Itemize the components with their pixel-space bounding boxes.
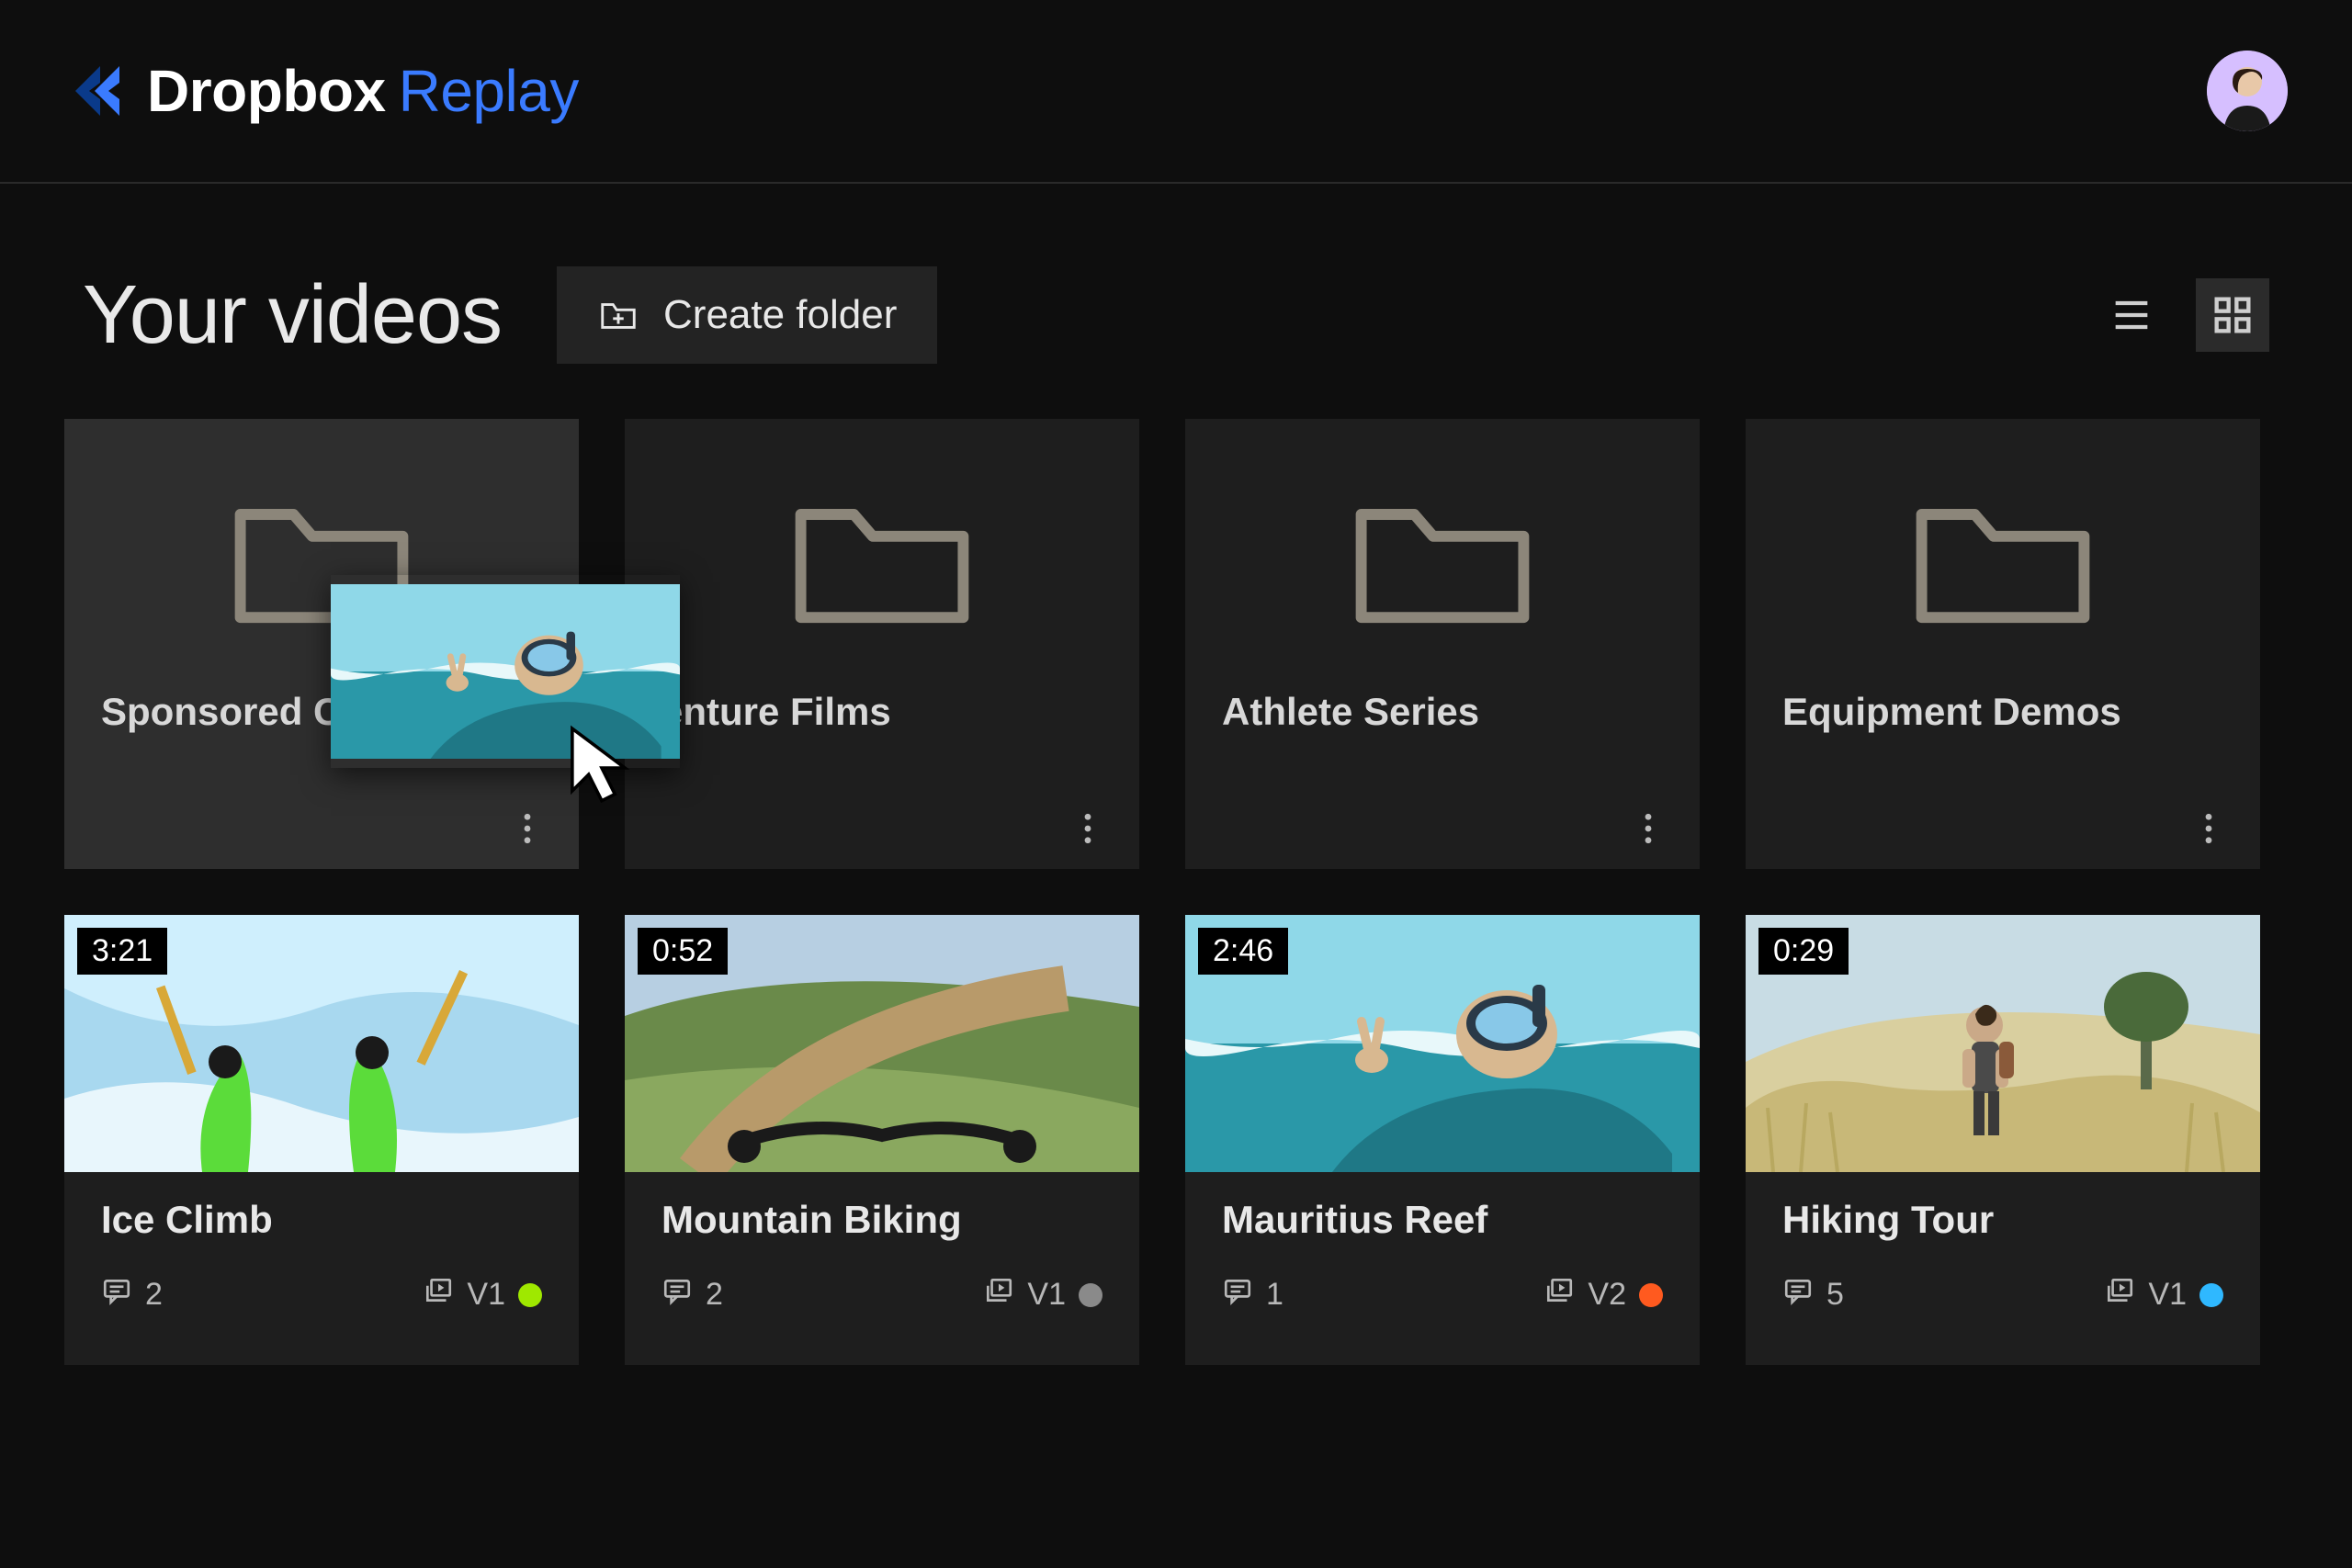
user-avatar[interactable] [2207, 51, 2288, 131]
video-card[interactable]: 0:29 Hiking Tour 5 V1 [1746, 915, 2260, 1365]
video-title: Ice Climb [64, 1172, 579, 1242]
folder-icon [1346, 483, 1539, 644]
comment-count-value: 5 [1826, 1277, 1844, 1313]
app-root: Dropbox Replay Your videos Cre [0, 0, 2352, 1568]
version-indicator[interactable]: V2 [1544, 1275, 1663, 1314]
folder-more-button[interactable] [1630, 810, 1667, 847]
brand-text: Dropbox Replay [147, 57, 579, 125]
version-icon [983, 1275, 1014, 1314]
comment-count-value: 2 [706, 1277, 723, 1313]
duration-badge: 3:21 [77, 928, 167, 975]
version-icon [423, 1275, 454, 1314]
title-row: Your videos Create folder [0, 184, 2352, 419]
folder-label: Equipment Demos [1746, 690, 2260, 734]
video-thumbnail[interactable]: 3:21 [64, 915, 579, 1172]
folder-plus-icon [597, 294, 639, 336]
view-toggle [2095, 278, 2269, 352]
folder-more-button[interactable] [509, 810, 546, 847]
folder-more-button[interactable] [1069, 810, 1106, 847]
comment-icon [1222, 1275, 1253, 1314]
video-thumbnail[interactable]: 0:52 [625, 915, 1139, 1172]
version-label: V1 [467, 1277, 505, 1313]
status-dot [518, 1283, 542, 1307]
brand-replay-icon [64, 58, 130, 124]
comment-count[interactable]: 2 [662, 1275, 723, 1314]
duration-badge: 0:29 [1758, 928, 1849, 975]
folder-card[interactable]: Athlete Series [1185, 419, 1700, 869]
version-icon [1544, 1275, 1575, 1314]
create-folder-label: Create folder [663, 292, 897, 338]
video-meta: 2 V1 [64, 1242, 579, 1314]
folder-label: enture Films [625, 690, 1139, 734]
version-indicator[interactable]: V1 [2104, 1275, 2223, 1314]
comment-icon [662, 1275, 693, 1314]
status-dot [2199, 1283, 2223, 1307]
version-label: V1 [2148, 1277, 2187, 1313]
video-title: Mountain Biking [625, 1172, 1139, 1242]
video-card[interactable]: 2:46 Mauritius Reef 1 V2 [1185, 915, 1700, 1365]
version-label: V1 [1027, 1277, 1066, 1313]
video-thumbnail[interactable]: 2:46 [1185, 915, 1700, 1172]
brand-name-2: Replay [399, 57, 579, 125]
comment-count-value: 2 [145, 1277, 163, 1313]
brand: Dropbox Replay [64, 57, 579, 125]
comment-count-value: 1 [1266, 1277, 1283, 1313]
video-title: Mauritius Reef [1185, 1172, 1700, 1242]
grid-view-button[interactable] [2196, 278, 2269, 352]
folder-card[interactable]: enture Films [625, 419, 1139, 869]
comment-count[interactable]: 1 [1222, 1275, 1283, 1314]
version-label: V2 [1588, 1277, 1626, 1313]
app-header: Dropbox Replay [0, 0, 2352, 184]
video-meta: 5 V1 [1746, 1242, 2260, 1314]
comment-icon [101, 1275, 132, 1314]
status-dot [1639, 1283, 1663, 1307]
duration-badge: 0:52 [638, 928, 728, 975]
comment-count[interactable]: 5 [1782, 1275, 1844, 1314]
brand-name-1: Dropbox [147, 57, 386, 125]
grid-icon [2209, 291, 2256, 339]
status-dot [1079, 1283, 1102, 1307]
folder-more-button[interactable] [2190, 810, 2227, 847]
folder-card[interactable]: Sponsored Con [64, 419, 579, 869]
folder-card[interactable]: Equipment Demos [1746, 419, 2260, 869]
folder-label: Sponsored Con [64, 690, 579, 734]
video-meta: 1 V2 [1185, 1242, 1700, 1314]
folder-label: Athlete Series [1185, 690, 1700, 734]
video-meta: 2 V1 [625, 1242, 1139, 1314]
page-title: Your videos [83, 268, 502, 363]
list-icon [2108, 291, 2155, 339]
version-indicator[interactable]: V1 [423, 1275, 542, 1314]
video-title: Hiking Tour [1746, 1172, 2260, 1242]
version-icon [2104, 1275, 2135, 1314]
create-folder-button[interactable]: Create folder [557, 266, 937, 364]
list-view-button[interactable] [2095, 278, 2168, 352]
video-thumbnail[interactable]: 0:29 [1746, 915, 2260, 1172]
folder-icon [786, 483, 978, 644]
video-card[interactable]: 3:21 Ice Climb 2 V1 [64, 915, 579, 1365]
duration-badge: 2:46 [1198, 928, 1288, 975]
version-indicator[interactable]: V1 [983, 1275, 1102, 1314]
comment-count[interactable]: 2 [101, 1275, 163, 1314]
folder-icon [1906, 483, 2099, 644]
content-grid: Sponsored Con enture Films Athlete Serie… [0, 419, 2352, 1365]
comment-icon [1782, 1275, 1814, 1314]
folder-icon [225, 483, 418, 644]
video-card[interactable]: 0:52 Mountain Biking 2 V1 [625, 915, 1139, 1365]
